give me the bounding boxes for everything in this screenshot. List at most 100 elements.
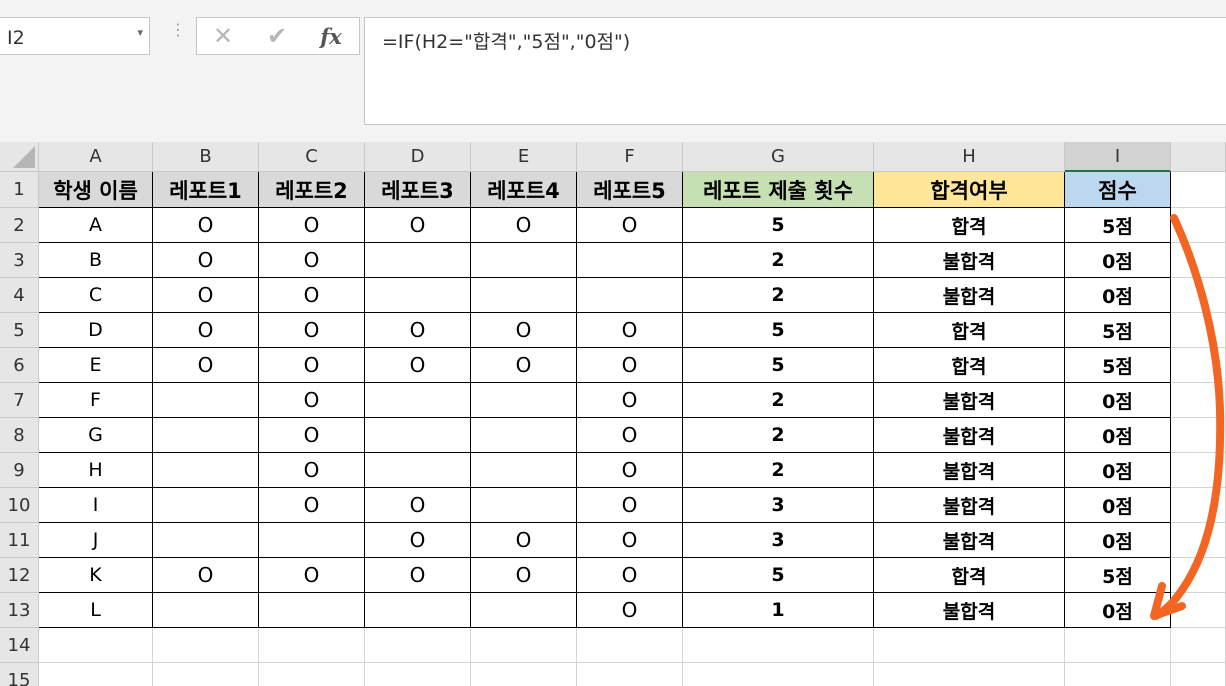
cell-f3[interactable] [577, 243, 683, 278]
cell-e12[interactable]: O [471, 558, 577, 593]
cancel-icon[interactable]: ✕ [205, 22, 241, 50]
cell-h13[interactable]: 불합격 [874, 593, 1065, 628]
row-header-10[interactable]: 10 [0, 488, 39, 523]
cell-e5[interactable]: O [471, 313, 577, 348]
cell-h15[interactable] [874, 663, 1065, 686]
cell-f14[interactable] [577, 628, 683, 663]
cell-c8[interactable]: O [259, 418, 365, 453]
cell-h5[interactable]: 합격 [874, 313, 1065, 348]
cell-b14[interactable] [153, 628, 259, 663]
cell-g5[interactable]: 5 [683, 313, 874, 348]
cell-b10[interactable] [153, 488, 259, 523]
cell-a12[interactable]: K [39, 558, 153, 593]
cell-d8[interactable] [365, 418, 471, 453]
cell-c7[interactable]: O [259, 383, 365, 418]
cell-f12[interactable]: O [577, 558, 683, 593]
cell-a15[interactable] [39, 663, 153, 686]
formula-input[interactable]: =IF(H2="합격","5점","0점") [364, 17, 1226, 125]
cell-d5[interactable]: O [365, 313, 471, 348]
cell-f1[interactable]: 레포트5 [577, 172, 683, 208]
cell-e8[interactable] [471, 418, 577, 453]
cell-i14[interactable] [1065, 628, 1171, 663]
cell-f7[interactable]: O [577, 383, 683, 418]
cell-c11[interactable] [259, 523, 365, 558]
row-header-4[interactable]: 4 [0, 278, 39, 313]
cell-e6[interactable]: O [471, 348, 577, 383]
cell-c12[interactable]: O [259, 558, 365, 593]
cell-d7[interactable] [365, 383, 471, 418]
cell-e13[interactable] [471, 593, 577, 628]
name-box-value[interactable]: I2 [7, 27, 25, 49]
cell-a7[interactable]: F [39, 383, 153, 418]
cell-d2[interactable]: O [365, 208, 471, 243]
cell-d11[interactable]: O [365, 523, 471, 558]
cell-b2[interactable]: O [153, 208, 259, 243]
name-box[interactable]: I2 ▾ [0, 17, 150, 55]
cell-c14[interactable] [259, 628, 365, 663]
cell-a8[interactable]: G [39, 418, 153, 453]
column-header-i[interactable]: I [1065, 142, 1171, 172]
row-header-7[interactable]: 7 [0, 383, 39, 418]
cell-d12[interactable]: O [365, 558, 471, 593]
cell-c3[interactable]: O [259, 243, 365, 278]
cell-d10[interactable]: O [365, 488, 471, 523]
row-header-2[interactable]: 2 [0, 208, 39, 243]
cell-c1[interactable]: 레포트2 [259, 172, 365, 208]
row-header-12[interactable]: 12 [0, 558, 39, 593]
row-header-14[interactable]: 14 [0, 628, 39, 663]
cell-e10[interactable] [471, 488, 577, 523]
cell-d13[interactable] [365, 593, 471, 628]
cell-d1[interactable]: 레포트3 [365, 172, 471, 208]
cell-b15[interactable] [153, 663, 259, 686]
cell-h10[interactable]: 불합격 [874, 488, 1065, 523]
cell-g13[interactable]: 1 [683, 593, 874, 628]
cell-g10[interactable]: 3 [683, 488, 874, 523]
cell-a11[interactable]: J [39, 523, 153, 558]
cell-b8[interactable] [153, 418, 259, 453]
cell-c13[interactable] [259, 593, 365, 628]
cell-a3[interactable]: B [39, 243, 153, 278]
row-header-6[interactable]: 6 [0, 348, 39, 383]
cell-a1[interactable]: 학생 이름 [39, 172, 153, 208]
cell-f13[interactable]: O [577, 593, 683, 628]
cell-i15[interactable] [1065, 663, 1171, 686]
cell-f6[interactable]: O [577, 348, 683, 383]
cell-j1[interactable] [1171, 172, 1226, 208]
cell-a5[interactable]: D [39, 313, 153, 348]
cell-b7[interactable] [153, 383, 259, 418]
cell-g15[interactable] [683, 663, 874, 686]
cell-i1[interactable]: 점수 [1065, 172, 1171, 208]
row-header-8[interactable]: 8 [0, 418, 39, 453]
cell-d14[interactable] [365, 628, 471, 663]
cell-e11[interactable]: O [471, 523, 577, 558]
cell-d15[interactable] [365, 663, 471, 686]
row-header-15[interactable]: 15 [0, 663, 39, 686]
cell-g7[interactable]: 2 [683, 383, 874, 418]
cell-b11[interactable] [153, 523, 259, 558]
column-header-h[interactable]: H [874, 142, 1065, 172]
cell-b5[interactable]: O [153, 313, 259, 348]
row-header-3[interactable]: 3 [0, 243, 39, 278]
cell-g8[interactable]: 2 [683, 418, 874, 453]
cell-h11[interactable]: 불합격 [874, 523, 1065, 558]
cell-d4[interactable] [365, 278, 471, 313]
row-header-13[interactable]: 13 [0, 593, 39, 628]
cell-a10[interactable]: I [39, 488, 153, 523]
cell-g14[interactable] [683, 628, 874, 663]
cell-h6[interactable]: 합격 [874, 348, 1065, 383]
row-header-9[interactable]: 9 [0, 453, 39, 488]
cell-b1[interactable]: 레포트1 [153, 172, 259, 208]
enter-icon[interactable]: ✔ [259, 22, 295, 50]
cell-c5[interactable]: O [259, 313, 365, 348]
cell-h3[interactable]: 불합격 [874, 243, 1065, 278]
chevron-down-icon[interactable]: ▾ [137, 26, 143, 39]
column-header-j[interactable] [1171, 142, 1226, 172]
column-header-d[interactable]: D [365, 142, 471, 172]
cell-a9[interactable]: H [39, 453, 153, 488]
drag-handle-icon[interactable]: ⋮ [170, 22, 186, 38]
column-header-b[interactable]: B [153, 142, 259, 172]
cell-b4[interactable]: O [153, 278, 259, 313]
cell-f15[interactable] [577, 663, 683, 686]
column-header-f[interactable]: F [577, 142, 683, 172]
cell-b9[interactable] [153, 453, 259, 488]
